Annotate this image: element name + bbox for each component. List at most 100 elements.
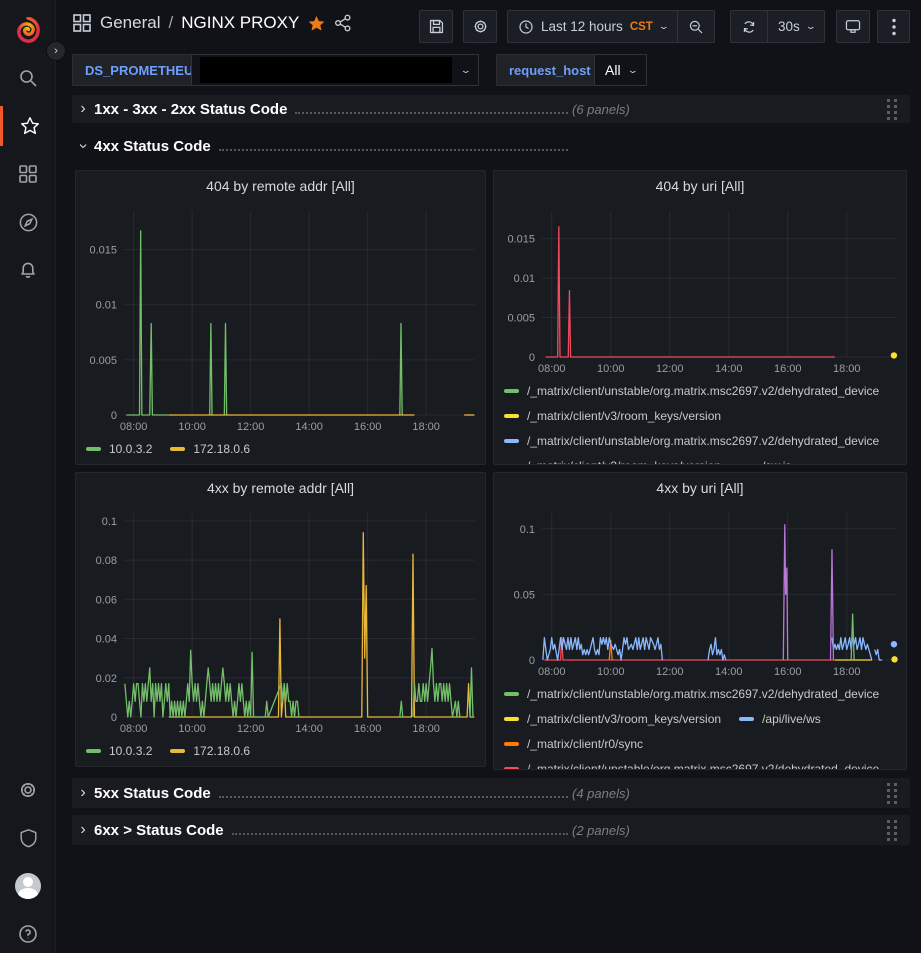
sidebar-item-explore[interactable]	[0, 202, 56, 242]
legend-series-label: /_matrix/client/unstable/org.matrix.msc2…	[527, 384, 879, 398]
datasource-variable-select[interactable]: ⌄	[191, 54, 479, 86]
chevron-down-icon: ⌄	[626, 65, 638, 76]
svg-text:14:00: 14:00	[295, 421, 323, 433]
legend-item[interactable]: /_matrix/client/unstable/org.matrix.msc2…	[504, 687, 879, 701]
svg-text:16:00: 16:00	[774, 666, 802, 678]
legend-item[interactable]: /_matrix/client/r0/sync	[504, 737, 643, 751]
row-panel-count: (6 panels)	[572, 102, 630, 117]
sidebar-item-profile[interactable]	[0, 866, 56, 906]
svg-text:0.005: 0.005	[507, 313, 535, 325]
star-filled-icon[interactable]	[307, 14, 326, 33]
legend-row: /_matrix/client/unstable/org.matrix.msc2…	[504, 378, 896, 403]
share-icon[interactable]	[334, 14, 352, 32]
svg-text:0.015: 0.015	[507, 234, 535, 246]
legend-item[interactable]: /_matrix/client/v3/room_keys/version	[504, 409, 721, 423]
svg-text:0.04: 0.04	[96, 634, 117, 646]
time-picker-group: Last 12 hours CST ⌄	[507, 10, 715, 43]
legend-series-label: /sw.js	[762, 459, 791, 466]
panel-title[interactable]: 4xx by remote addr [All]	[76, 473, 485, 503]
svg-text:0.06: 0.06	[96, 594, 117, 606]
request-host-value: All	[605, 62, 621, 78]
sidebar-item-dashboards[interactable]	[0, 154, 56, 194]
help-icon	[18, 924, 38, 944]
breadcrumb-folder[interactable]: General	[100, 13, 160, 33]
row-dotted-leader	[232, 833, 568, 835]
legend-item[interactable]: /sw.js	[739, 459, 791, 466]
refresh-group: 30s ⌄	[730, 10, 825, 43]
bell-icon	[18, 260, 38, 280]
row-title: 1xx - 3xx - 2xx Status Code	[94, 101, 287, 118]
legend-item[interactable]: /api/live/ws	[739, 712, 821, 726]
avatar	[15, 873, 41, 899]
chart-4xx-by-remote-addr[interactable]: 08:0010:0012:0014:0016:0018:0000.020.040…	[76, 503, 485, 738]
sidebar-item-starred[interactable]	[0, 106, 56, 146]
row-drag-handle[interactable]	[887, 99, 898, 120]
legend-item[interactable]: /_matrix/client/v3/room_keys/version	[504, 459, 721, 466]
row-5xx[interactable]: › 5xx Status Code (4 panels)	[72, 778, 910, 808]
datasource-variable-text: DS_PROMETHEUS	[85, 63, 202, 78]
apps-icon	[72, 13, 92, 33]
row-1xx-3xx-2xx[interactable]: › 1xx - 3xx - 2xx Status Code (6 panels)	[72, 95, 910, 123]
zoom-out-time-button[interactable]	[677, 11, 714, 42]
refresh-button[interactable]	[731, 11, 767, 42]
legend-row: /_matrix/client/v3/room_keys/version/api…	[504, 706, 896, 731]
sidebar-expand-button[interactable]: ›	[46, 41, 66, 61]
request-host-variable-select[interactable]: All ⌄	[594, 54, 647, 86]
chevron-right-icon: ›	[72, 821, 94, 839]
legend-item[interactable]: 172.18.0.6	[170, 442, 250, 456]
save-icon	[428, 18, 445, 35]
breadcrumb-dashboard[interactable]: NGINX PROXY	[181, 13, 299, 33]
svg-text:14:00: 14:00	[715, 666, 743, 678]
chart-404-by-uri[interactable]: 08:0010:0012:0014:0016:0018:0000.0050.01…	[494, 201, 906, 378]
legend-row: /_matrix/client/v3/room_keys/version	[504, 403, 896, 428]
svg-text:08:00: 08:00	[538, 363, 566, 375]
timezone-label: CST	[630, 21, 653, 33]
chart-404-by-remote-addr[interactable]: 08:0010:0012:0014:0016:0018:0000.0050.01…	[76, 201, 485, 436]
svg-text:0: 0	[529, 655, 535, 667]
grafana-flame-icon	[15, 17, 41, 43]
more-options-button[interactable]	[877, 10, 910, 43]
svg-text:0: 0	[529, 352, 535, 364]
sidebar-item-server-admin[interactable]	[0, 818, 56, 858]
legend-series-label: /_matrix/client/unstable/org.matrix.msc2…	[527, 762, 879, 771]
legend-series-label: /_matrix/client/v3/room_keys/version	[527, 459, 721, 466]
panel-title[interactable]: 404 by remote addr [All]	[76, 171, 485, 201]
legend-series-swatch	[504, 717, 519, 721]
legend-series-swatch	[86, 749, 101, 753]
save-dashboard-button[interactable]	[419, 10, 453, 43]
sidebar-item-search[interactable]	[0, 58, 56, 98]
chevron-down-icon: ⌄	[460, 65, 472, 76]
dashboard-settings-button[interactable]	[463, 10, 497, 43]
legend-item[interactable]: /_matrix/client/unstable/org.matrix.msc2…	[504, 762, 879, 771]
legend-item[interactable]: /_matrix/client/unstable/org.matrix.msc2…	[504, 384, 879, 398]
chevron-down-icon: ›	[74, 135, 92, 157]
legend-item[interactable]: /_matrix/client/v3/room_keys/version	[504, 712, 721, 726]
sidebar-item-configuration[interactable]	[0, 770, 56, 810]
refresh-interval-picker[interactable]: 30s ⌄	[767, 11, 824, 42]
panel-title[interactable]: 4xx by uri [All]	[494, 473, 906, 503]
legend-series-label: /_matrix/client/v3/room_keys/version	[527, 409, 721, 423]
breadcrumb-separator: /	[168, 13, 173, 33]
sidebar-item-help[interactable]	[0, 914, 56, 953]
legend-item[interactable]: 10.0.3.2	[86, 744, 152, 758]
row-6xx[interactable]: › 6xx > Status Code (2 panels)	[72, 815, 910, 845]
legend-item[interactable]: 10.0.3.2	[86, 442, 152, 456]
row-4xx[interactable]: › 4xx Status Code	[72, 133, 910, 159]
time-range-picker[interactable]: Last 12 hours CST ⌄	[508, 11, 677, 42]
shield-icon	[19, 828, 38, 848]
legend-item[interactable]: /_matrix/client/unstable/org.matrix.msc2…	[504, 434, 879, 448]
svg-text:12:00: 12:00	[237, 421, 265, 433]
legend-item[interactable]: 172.18.0.6	[170, 744, 250, 758]
row-drag-handle[interactable]	[887, 783, 898, 804]
request-host-variable-label[interactable]: request_host	[496, 54, 604, 86]
tv-mode-button[interactable]	[836, 10, 870, 43]
svg-text:10:00: 10:00	[597, 363, 625, 375]
svg-text:18:00: 18:00	[412, 723, 440, 735]
legend-row: /_matrix/client/unstable/org.matrix.msc2…	[504, 756, 896, 770]
row-drag-handle[interactable]	[887, 820, 898, 841]
chart-4xx-by-uri[interactable]: 08:0010:0012:0014:0016:0018:0000.050.1	[494, 503, 906, 681]
refresh-icon	[741, 19, 757, 35]
legend-series-label: /_matrix/client/unstable/org.matrix.msc2…	[527, 687, 879, 701]
sidebar-item-alerting[interactable]	[0, 250, 56, 290]
panel-title[interactable]: 404 by uri [All]	[494, 171, 906, 201]
